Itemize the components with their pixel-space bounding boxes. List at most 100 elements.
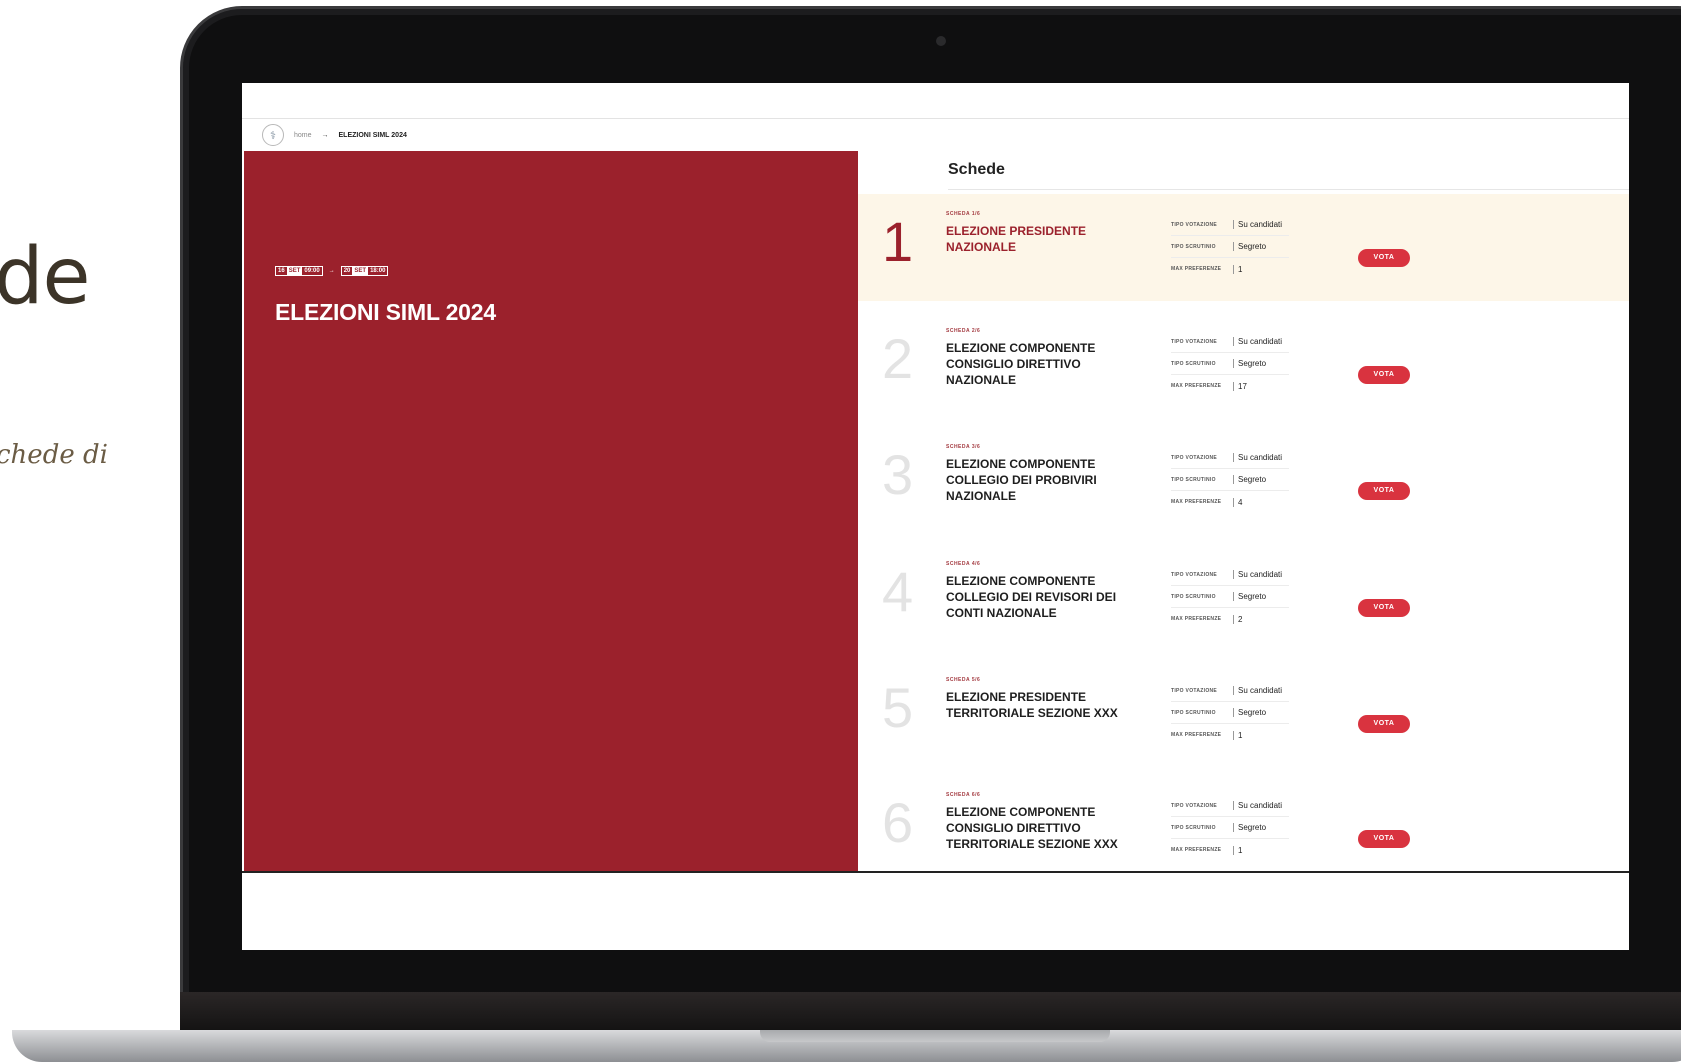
event-date-range: 16 SET 09:00 → 20 SET 18:00 xyxy=(275,266,389,276)
end-time: 18:00 xyxy=(370,268,386,274)
meta-label: TIPO VOTAZIONE xyxy=(1171,338,1218,345)
vota-button[interactable]: VOTA xyxy=(1358,249,1410,267)
meta-row-tipo-votazione: TIPO VOTAZIONE Su candidati xyxy=(1171,680,1289,702)
meta-label: MAX PREFERENZE xyxy=(1171,266,1222,272)
scheda-number: 3 xyxy=(882,443,914,506)
meta-label: TIPO VOTAZIONE xyxy=(1171,454,1218,461)
meta-value: 17 xyxy=(1233,381,1247,391)
meta-label: TIPO SCRUTINIO xyxy=(1171,709,1216,716)
meta-row-tipo-scrutinio: TIPO SCRUTINIO Segreto xyxy=(1171,817,1289,839)
meta-label: TIPO SCRUTINIO xyxy=(1171,476,1216,483)
scheda-meta: TIPO VOTAZIONE Su candidati TIPO SCRUTINI… xyxy=(1171,564,1289,630)
end-date-badge: 20 SET 18:00 xyxy=(340,266,389,276)
end-day: 20 xyxy=(343,268,351,274)
meta-row-max-preferenze: MAX PREFERENZE 2 xyxy=(1171,608,1289,630)
meta-value: Su candidati xyxy=(1233,453,1282,462)
breadcrumb-current: ELEZIONI SIML 2024 xyxy=(338,131,407,139)
breadcrumb-arrow-icon: → xyxy=(321,131,329,139)
scheda-card[interactable]: 2 SCHEDA 2/6 ELEZIONE COMPONENTE CONSIGL… xyxy=(858,311,1629,418)
breadcrumb-home-link[interactable]: home xyxy=(294,132,312,139)
scheda-title: ELEZIONE COMPONENTE CONSIGLIO DIRETTIVO … xyxy=(946,341,1096,387)
meta-label: MAX PREFERENZE xyxy=(1171,616,1222,622)
vota-button[interactable]: VOTA xyxy=(1358,482,1410,500)
scheda-number: 5 xyxy=(882,676,914,739)
meta-label: TIPO SCRUTINIO xyxy=(1171,360,1216,367)
app-screen: ⚕ home → ELEZIONI SIML 2024 16 SET 09:00… xyxy=(242,83,1629,950)
scheda-number: 1 xyxy=(882,210,914,273)
meta-label: TIPO SCRUTINIO xyxy=(1171,824,1216,831)
scheda-kicker: SCHEDA 3/6 xyxy=(946,444,981,450)
meta-value: 1 xyxy=(1233,730,1242,740)
scheda-title: ELEZIONE PRESIDENTE TERRITORIALE SEZIONE… xyxy=(946,690,1118,720)
meta-value: 2 xyxy=(1233,614,1242,624)
scheda-card[interactable]: 1 SCHEDA 1/6 ELEZIONE PRESIDENTE NAZIONA… xyxy=(858,194,1629,301)
schede-list: Schede 1 SCHEDA 1/6 ELEZIONE PRESIDENTE … xyxy=(858,151,1629,871)
meta-value: Su candidati xyxy=(1233,686,1282,695)
scheda-card[interactable]: 3 SCHEDA 3/6 ELEZIONE COMPONENTE COLLEGI… xyxy=(858,427,1629,534)
background-slide-subtitle: chede di xyxy=(0,440,108,470)
scheda-card[interactable]: 4 SCHEDA 4/6 ELEZIONE COMPONENTE COLLEGI… xyxy=(858,544,1629,651)
top-bar xyxy=(242,83,1629,119)
scheda-kicker: SCHEDA 1/6 xyxy=(946,211,981,217)
meta-row-tipo-votazione: TIPO VOTAZIONE Su candidati xyxy=(1171,795,1289,817)
scheda-kicker: SCHEDA 2/6 xyxy=(946,328,981,334)
end-month: SET xyxy=(352,267,369,275)
start-month: SET xyxy=(286,267,303,275)
breadcrumb: ⚕ home → ELEZIONI SIML 2024 xyxy=(262,124,407,146)
meta-row-tipo-votazione: TIPO VOTAZIONE Su candidati xyxy=(1171,214,1289,236)
meta-value: Segreto xyxy=(1233,708,1266,717)
start-time: 09:00 xyxy=(304,268,320,274)
vota-button[interactable]: VOTA xyxy=(1358,715,1410,733)
scheda-card[interactable]: 6 SCHEDA 6/6 ELEZIONE COMPONENTE CONSIGL… xyxy=(858,775,1629,882)
event-title: ELEZIONI SIML 2024 xyxy=(275,299,496,325)
scheda-kicker: SCHEDA 6/6 xyxy=(946,792,981,798)
meta-value: Su candidati xyxy=(1233,801,1282,810)
meta-label: MAX PREFERENZE xyxy=(1171,499,1222,505)
meta-row-tipo-scrutinio: TIPO SCRUTINIO Segreto xyxy=(1171,353,1289,375)
meta-row-max-preferenze: MAX PREFERENZE 17 xyxy=(1171,375,1289,397)
vota-button[interactable]: VOTA xyxy=(1358,599,1410,617)
meta-row-tipo-votazione: TIPO VOTAZIONE Su candidati xyxy=(1171,447,1289,469)
meta-value: Su candidati xyxy=(1233,220,1282,229)
meta-value: 4 xyxy=(1233,497,1242,507)
meta-value: 1 xyxy=(1233,264,1242,274)
scheda-card[interactable]: 5 SCHEDA 5/6 ELEZIONE PRESIDENTE TERRITO… xyxy=(858,660,1629,767)
scheda-meta: TIPO VOTAZIONE Su candidati TIPO SCRUTINI… xyxy=(1171,331,1289,397)
background-slide-title: de xyxy=(0,232,90,322)
meta-label: TIPO SCRUTINIO xyxy=(1171,243,1216,250)
scheda-title: ELEZIONE COMPONENTE COLLEGIO DEI PROBIVI… xyxy=(946,457,1097,503)
meta-value: Segreto xyxy=(1233,359,1266,368)
meta-value: Su candidati xyxy=(1233,337,1282,346)
meta-value: 1 xyxy=(1233,845,1242,855)
scheda-title: ELEZIONE COMPONENTE CONSIGLIO DIRETTIVO … xyxy=(946,805,1118,851)
meta-row-tipo-scrutinio: TIPO SCRUTINIO Segreto xyxy=(1171,586,1289,608)
meta-value: Segreto xyxy=(1233,823,1266,832)
meta-row-max-preferenze: MAX PREFERENZE 1 xyxy=(1171,839,1289,861)
meta-row-max-preferenze: MAX PREFERENZE 4 xyxy=(1171,491,1289,513)
camera-icon xyxy=(936,36,946,46)
meta-row-tipo-votazione: TIPO VOTAZIONE Su candidati xyxy=(1171,564,1289,586)
vota-button[interactable]: VOTA xyxy=(1358,830,1410,848)
laptop-bottom-bezel xyxy=(180,992,1681,1032)
vota-button[interactable]: VOTA xyxy=(1358,366,1410,384)
date-range-arrow-icon: → xyxy=(328,268,335,274)
scheda-meta: TIPO VOTAZIONE Su candidati TIPO SCRUTINI… xyxy=(1171,795,1289,861)
association-logo-icon[interactable]: ⚕ xyxy=(262,124,284,146)
heading-divider xyxy=(948,189,1629,190)
meta-label: MAX PREFERENZE xyxy=(1171,383,1222,389)
meta-value: Segreto xyxy=(1233,592,1266,601)
meta-row-max-preferenze: MAX PREFERENZE 1 xyxy=(1171,724,1289,746)
scheda-number: 2 xyxy=(882,327,914,390)
meta-label: TIPO VOTAZIONE xyxy=(1171,221,1218,228)
meta-row-tipo-scrutinio: TIPO SCRUTINIO Segreto xyxy=(1171,469,1289,491)
meta-value: Segreto xyxy=(1233,475,1266,484)
meta-label: MAX PREFERENZE xyxy=(1171,847,1222,853)
meta-row-tipo-scrutinio: TIPO SCRUTINIO Segreto xyxy=(1171,702,1289,724)
meta-value: Su candidati xyxy=(1233,570,1282,579)
meta-label: TIPO VOTAZIONE xyxy=(1171,571,1218,578)
start-day: 16 xyxy=(278,268,285,274)
meta-row-tipo-votazione: TIPO VOTAZIONE Su candidati xyxy=(1171,331,1289,353)
meta-label: TIPO VOTAZIONE xyxy=(1171,802,1218,809)
scheda-number: 6 xyxy=(882,791,914,854)
scheda-meta: TIPO VOTAZIONE Su candidati TIPO SCRUTINI… xyxy=(1171,214,1289,280)
